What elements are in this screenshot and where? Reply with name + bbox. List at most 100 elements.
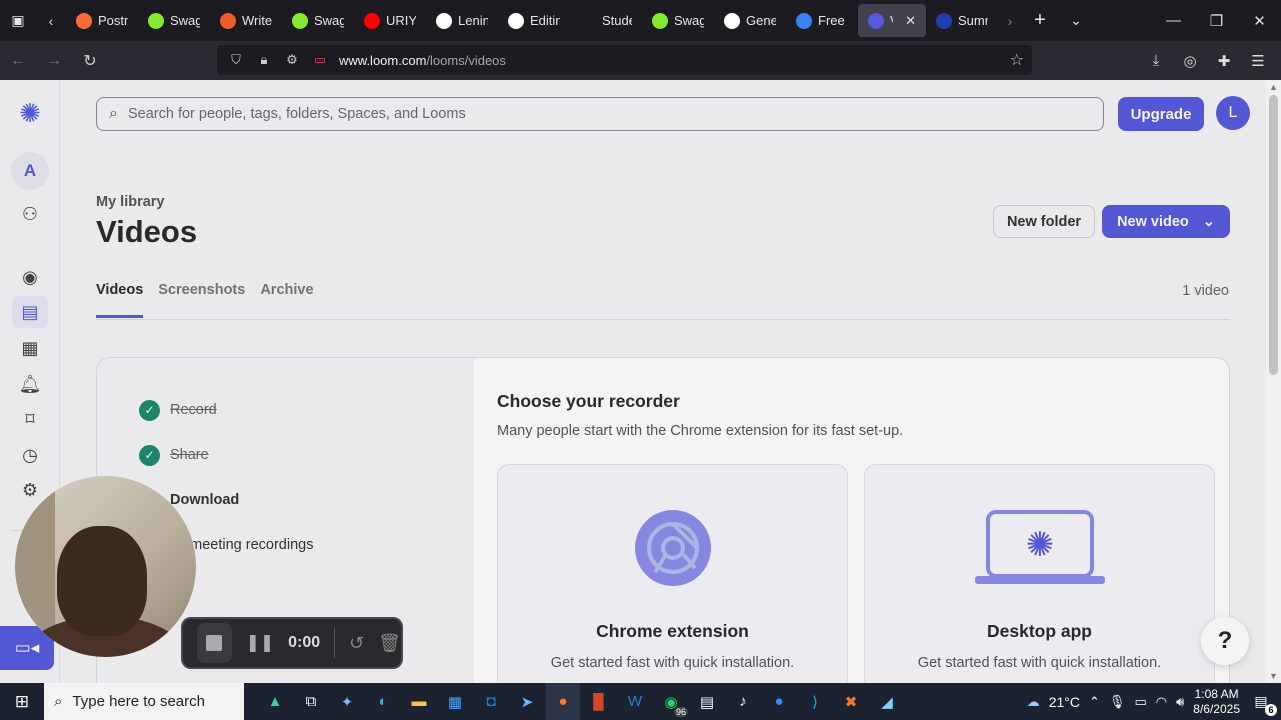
edge-icon[interactable]: ◐	[366, 683, 400, 720]
close-window-icon[interactable]: ✕	[1238, 0, 1281, 41]
temperature[interactable]: 21°C	[1049, 694, 1080, 710]
app-icon[interactable]: ➤	[510, 683, 544, 720]
browser-tab[interactable]: Swag	[642, 4, 714, 37]
calculator-icon[interactable]: ▤	[690, 683, 724, 720]
task-view-icon[interactable]: ⧉	[294, 683, 328, 720]
url-bar[interactable]: ⛉ 🔒︎ ⚙︎ ▭ www.loom.com/looms/videos ☆	[217, 45, 1032, 75]
vscode-icon[interactable]: ⟩	[798, 683, 832, 720]
powerpoint-icon[interactable]: ▉	[582, 683, 616, 720]
stop-button[interactable]	[197, 623, 232, 663]
weather-icon[interactable]: ☁	[1027, 694, 1040, 710]
bookmark-icon[interactable]: ⌑	[12, 403, 48, 435]
browser-tab[interactable]: Write	[210, 4, 282, 37]
chrome-extension-option[interactable]: Chrome extension Get started fast with q…	[497, 464, 848, 683]
breadcrumb[interactable]: My library	[96, 194, 165, 210]
notifications-bell-icon[interactable]: 🔔︎	[12, 368, 48, 400]
file-explorer-icon[interactable]: ▬	[402, 683, 436, 720]
checklist-item[interactable]: ✓ Record	[139, 399, 217, 421]
account-icon[interactable]: ◎	[1175, 41, 1205, 80]
outlook-icon[interactable]: ◘	[474, 683, 508, 720]
help-button[interactable]: ?	[1201, 617, 1249, 665]
delete-icon[interactable]: 🗑︎	[378, 633, 401, 654]
webcam-bubble[interactable]	[15, 476, 196, 657]
desktop-app-option[interactable]: ✺ Desktop app Get started fast with quic…	[864, 464, 1215, 683]
forward-icon[interactable]: →	[36, 41, 72, 80]
system-clock[interactable]: 1:08 AM 8/6/2025	[1193, 687, 1240, 717]
tab-archive[interactable]: Archive	[260, 282, 313, 318]
browser-tab[interactable]: Student C	[570, 4, 642, 37]
new-video-button[interactable]: New video ⌄	[1102, 205, 1230, 238]
browser-tab[interactable]: Lenin	[426, 4, 498, 37]
downloads-icon[interactable]: ⤓	[1141, 41, 1171, 80]
browser-tab[interactable]: Postm	[66, 4, 138, 37]
upgrade-button[interactable]: Upgrade	[1118, 97, 1204, 131]
profile-icon[interactable]: ◉	[12, 261, 48, 293]
word-icon[interactable]: W	[618, 683, 652, 720]
whatsapp-icon[interactable]: ◉ 96	[654, 683, 688, 720]
new-tab-icon[interactable]: +	[1022, 0, 1058, 41]
search-bar[interactable]: ⌕	[96, 97, 1104, 131]
url-text[interactable]: www.loom.com/looms/videos	[339, 53, 506, 68]
scrollbar-thumb[interactable]	[1269, 95, 1278, 375]
scroll-down-icon[interactable]: ▼	[1266, 671, 1281, 681]
notepad-icon[interactable]: ◢	[870, 683, 904, 720]
tab-overview-icon[interactable]: ▣	[0, 0, 36, 41]
battery-icon[interactable]: ▭	[1134, 694, 1146, 710]
calendar-icon[interactable]: ▦	[12, 332, 48, 364]
back-icon[interactable]: ←	[0, 41, 36, 80]
tab-favicon-icon	[292, 12, 308, 29]
new-folder-button[interactable]: New folder	[993, 205, 1095, 238]
search-icon: ⌕	[54, 693, 63, 710]
browser-tab[interactable]: Swag	[138, 4, 210, 37]
user-avatar[interactable]: L	[1216, 96, 1250, 130]
lock-icon[interactable]: 🔒︎	[255, 52, 273, 68]
store-icon[interactable]: ▦	[438, 683, 472, 720]
screen-share-icon[interactable]: ▭	[311, 52, 329, 68]
minimize-icon[interactable]: —	[1152, 0, 1195, 41]
browser-tab[interactable]: Editin	[498, 4, 570, 37]
workspace-avatar[interactable]: A	[11, 152, 49, 190]
tray-chevron-icon[interactable]: ⌃	[1089, 694, 1100, 710]
browser-tab[interactable]: Swag	[282, 4, 354, 37]
tab-videos[interactable]: Videos	[96, 282, 144, 318]
shield-icon[interactable]: ⛉	[227, 52, 245, 68]
wifi-icon[interactable]: ◠	[1156, 694, 1167, 710]
volume-icon[interactable]: 🔊︎	[1176, 694, 1184, 710]
pause-icon[interactable]: ❚❚	[246, 633, 275, 653]
restore-icon[interactable]: ❐	[1195, 0, 1238, 41]
page-scrollbar[interactable]: ▲ ▼	[1266, 80, 1281, 683]
zoom-icon[interactable]: ●	[762, 683, 796, 720]
checklist-item[interactable]: ✓ Share	[139, 444, 209, 466]
browser-tab[interactable]: Gener	[714, 4, 786, 37]
firefox-icon[interactable]: ●	[546, 683, 580, 720]
tiktok-icon[interactable]: ♪	[726, 683, 760, 720]
tab-scroll-right-icon[interactable]: ›	[998, 0, 1022, 41]
extensions-icon[interactable]: ✚	[1209, 41, 1239, 80]
notification-center-icon[interactable]: ▤ 6	[1249, 690, 1277, 716]
invite-user-icon[interactable]: ⚇	[12, 198, 48, 230]
widgets-icon[interactable]: ▲	[258, 683, 292, 720]
scroll-up-icon[interactable]: ▲	[1266, 82, 1281, 92]
library-icon[interactable]: ▤	[12, 296, 48, 328]
permissions-icon[interactable]: ⚙︎	[283, 52, 301, 68]
restart-icon[interactable]: ↺	[349, 633, 364, 654]
search-input[interactable]	[127, 106, 1028, 122]
taskbar-search[interactable]: ⌕ Type here to search	[44, 683, 244, 720]
tab-scroll-left-icon[interactable]: ‹	[36, 0, 66, 41]
microphone-icon[interactable]: 🎙︎	[1109, 694, 1126, 710]
browser-tab[interactable]: URIYO	[354, 4, 426, 37]
loom-logo-icon[interactable]: ✺	[15, 98, 45, 128]
reload-icon[interactable]: ↻	[72, 41, 108, 80]
menu-icon[interactable]: ☰	[1243, 41, 1273, 80]
browser-tab[interactable]: Free S	[786, 4, 858, 37]
bookmark-star-icon[interactable]: ☆	[1010, 50, 1024, 70]
windows-start-icon[interactable]: ⊞	[0, 683, 44, 720]
copilot-icon[interactable]: ✦	[330, 683, 364, 720]
xampp-icon[interactable]: ✖	[834, 683, 868, 720]
browser-tab[interactable]: Vid ✕	[858, 4, 926, 37]
tab-list-icon[interactable]: ⌄	[1058, 0, 1094, 41]
browser-tab[interactable]: Summ	[926, 4, 998, 37]
tab-screenshots[interactable]: Screenshots	[158, 282, 245, 318]
close-tab-icon[interactable]: ✕	[905, 13, 916, 29]
history-icon[interactable]: ◷	[12, 439, 48, 471]
